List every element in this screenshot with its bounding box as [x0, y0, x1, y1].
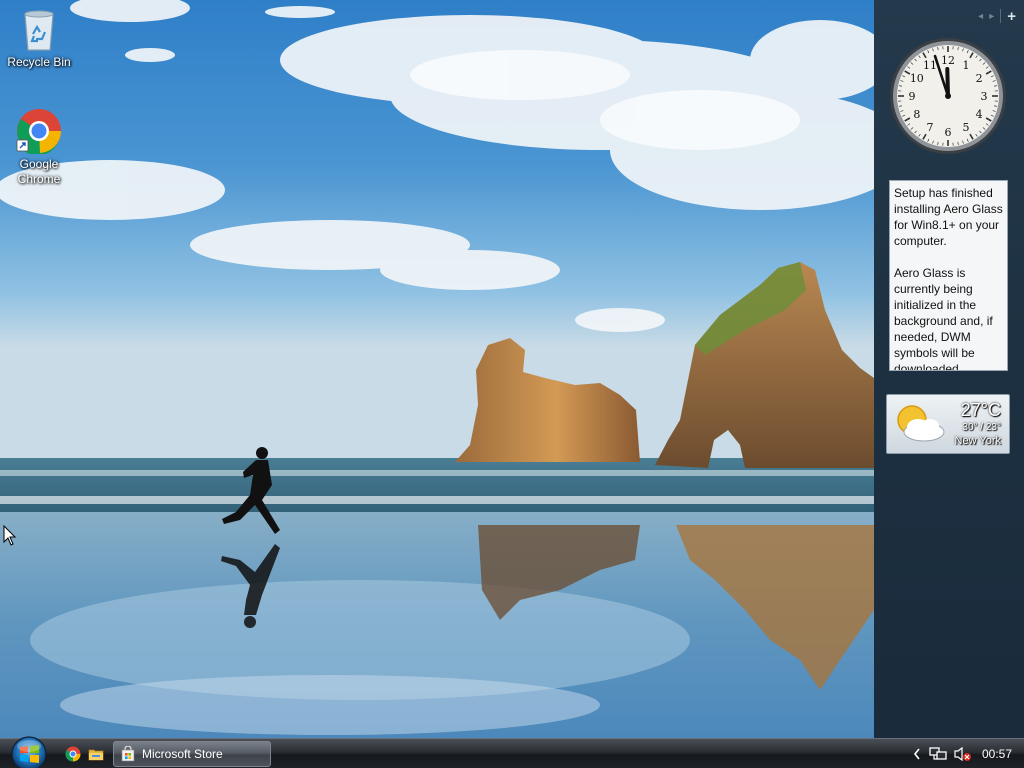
- network-tray-button[interactable]: [929, 746, 947, 762]
- clock-numeral: 9: [909, 90, 916, 103]
- google-chrome-label: Google Chrome: [17, 157, 61, 186]
- chevron-left-icon: [913, 748, 920, 760]
- mouse-cursor-icon: [3, 525, 17, 546]
- show-hidden-icons-button[interactable]: [912, 747, 922, 761]
- weather-city: New York: [954, 435, 1001, 447]
- volume-tray-button[interactable]: [954, 746, 972, 762]
- clock-numeral: 10: [910, 72, 924, 85]
- recycle-bin-icon: [24, 10, 54, 51]
- clock-numeral: 11: [923, 59, 937, 72]
- taskbar-clock[interactable]: 00:57: [982, 747, 1012, 761]
- system-tray: 00:57: [912, 739, 1024, 768]
- sidebar-navigation: ◂ ▸ +: [978, 7, 1016, 25]
- clock-numeral: 7: [927, 121, 934, 134]
- clock-numeral: 8: [913, 108, 920, 121]
- volume-muted-icon: [954, 746, 971, 762]
- notification-text-1: Setup has finished installing Aero Glass…: [894, 186, 1003, 248]
- desktop-icon-recycle-bin[interactable]: Recycle Bin: [1, 8, 77, 70]
- clock-numeral: 12: [941, 54, 955, 67]
- clock-numeral: 4: [976, 108, 983, 121]
- aero-glass-notification: Setup has finished installing Aero Glass…: [889, 180, 1008, 371]
- sidebar-nav-divider: [1000, 9, 1002, 23]
- taskbar-item-microsoft-store[interactable]: Microsoft Store: [113, 741, 271, 767]
- store-bag-icon: [121, 746, 135, 762]
- quick-launch-file-explorer-icon[interactable]: [88, 746, 104, 762]
- taskbar: Microsoft Store 00:57: [0, 736, 1024, 768]
- notification-text-2: Aero Glass is currently being initialize…: [894, 266, 993, 371]
- desktop-wallpaper: [0, 0, 874, 738]
- sidebar-prev-button[interactable]: ◂: [978, 11, 983, 22]
- weather-gadget[interactable]: 27°C 30° / 23° New York: [886, 394, 1010, 454]
- clock-numeral: 1: [963, 59, 970, 72]
- desktop-icon-google-chrome[interactable]: Google Chrome: [1, 108, 77, 187]
- partly-cloudy-icon: [897, 405, 945, 442]
- network-icon: [929, 747, 947, 760]
- sidebar-next-button[interactable]: ▸: [989, 11, 994, 22]
- clock-numeral: 2: [976, 72, 983, 85]
- clock-numeral: 3: [981, 90, 988, 103]
- clock-numeral: 5: [963, 121, 970, 134]
- start-button[interactable]: [8, 734, 50, 768]
- taskbar-item-label: Microsoft Store: [142, 747, 223, 761]
- weather-range: 30° / 23°: [962, 422, 1001, 433]
- chrome-icon: [16, 109, 61, 154]
- quick-launch-chrome-icon[interactable]: [65, 746, 81, 762]
- clock-gadget[interactable]: 12 12 3 45678 9 1011: [888, 36, 1008, 156]
- weather-temperature: 27°C: [960, 400, 1001, 420]
- clock-numeral: 6: [945, 126, 952, 139]
- recycle-bin-label: Recycle Bin: [7, 55, 71, 69]
- add-gadget-button[interactable]: +: [1007, 9, 1016, 24]
